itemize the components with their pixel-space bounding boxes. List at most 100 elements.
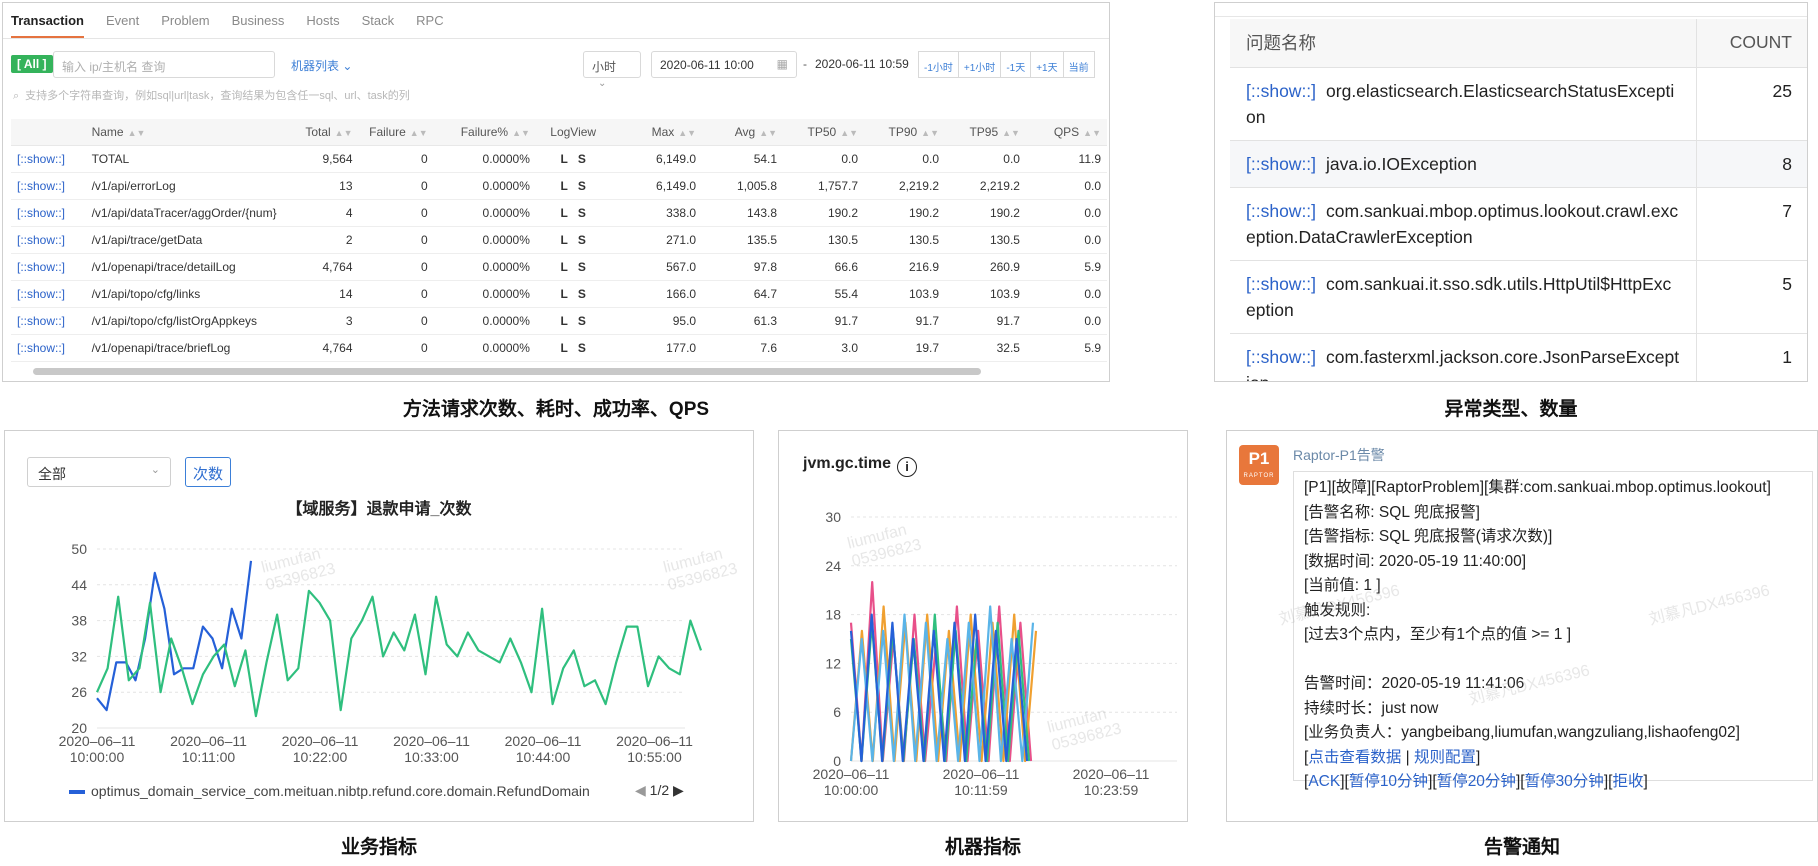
pager-next-icon[interactable]: ▶ <box>673 782 684 798</box>
exception-panel-header-strip <box>1215 3 1807 17</box>
logview-s-link[interactable]: S <box>578 314 586 328</box>
all-filter-badge[interactable]: [ All ] <box>11 55 53 73</box>
start-date-input[interactable]: 2020-06-11 10:00 ▦ <box>651 51 797 78</box>
tab-business[interactable]: Business <box>232 3 285 38</box>
col-total[interactable]: Total ▲▼ <box>295 119 359 146</box>
exception-show-link[interactable]: [::show::] <box>1246 81 1316 101</box>
tab-problem[interactable]: Problem <box>161 3 209 38</box>
row-show-link[interactable]: [::show::] <box>11 172 86 200</box>
row-logview: LS <box>535 334 611 362</box>
col-qps[interactable]: QPS ▲▼ <box>1025 119 1107 146</box>
row-show-link-text[interactable]: [::show::] <box>17 260 65 274</box>
y-tick-label: 38 <box>71 613 87 629</box>
tab-event[interactable]: Event <box>106 3 139 38</box>
row-total-text: 2 <box>345 232 353 247</box>
logview-l-link[interactable]: L <box>561 179 568 193</box>
col-tp90[interactable]: TP90 ▲▼ <box>864 119 945 146</box>
business-chart-panel: 全部 ⌄ 次数 【域服务】退款申请_次数 20 26 32 38 44 50 2020–06–… <box>4 430 754 822</box>
pager-prev-icon[interactable]: ◀ <box>635 782 646 798</box>
start-date-value: 2020-06-11 10:00 <box>660 58 754 72</box>
alert-action-link[interactable]: 拒收 <box>1612 773 1643 790</box>
row-show-link[interactable]: [::show::] <box>11 253 86 281</box>
col-max[interactable]: Max ▲▼ <box>610 119 703 146</box>
machine-list-dropdown[interactable]: 机器列表 ⌄ <box>291 57 352 74</box>
row-name: /v1/api/trace/getData <box>85 226 296 254</box>
row-show-link-text[interactable]: [::show::] <box>17 314 65 328</box>
exception-row: [::show::] com.sankuai.mbop.optimus.looko… <box>1230 187 1807 261</box>
row-show-link-text[interactable]: [::show::] <box>17 206 65 220</box>
tab-rpc[interactable]: RPC <box>416 3 443 38</box>
business-line-chart: 2026323844502020–06–1110:00:002020–06–11… <box>59 541 703 765</box>
view-data-link[interactable]: 点击查看数据 <box>1308 749 1401 766</box>
logview-l-link[interactable]: L <box>561 287 568 301</box>
minus-1-hour-button[interactable]: -1小时 <box>918 51 959 78</box>
exception-name-cell: [::show::] java.io.IOException <box>1230 140 1697 188</box>
alert-action-link[interactable]: ACK <box>1308 773 1340 790</box>
logview-l-link[interactable]: L <box>561 233 568 247</box>
row-tp50: 55.4 <box>783 280 865 308</box>
tab-transaction[interactable]: Transaction <box>11 3 84 38</box>
y-tick-label: 44 <box>71 577 87 593</box>
logview-l-link[interactable]: L <box>561 341 568 355</box>
logview-s-link[interactable]: S <box>578 206 586 220</box>
time-unit-value: 小时 <box>592 60 617 74</box>
logview-l-link[interactable]: L <box>561 260 568 274</box>
col-failure-pct[interactable]: Failure% ▲▼ <box>433 119 536 146</box>
alert-action-link[interactable]: 暂停20分钟 <box>1437 773 1516 790</box>
end-date-value: 2020-06-11 10:59 <box>815 57 909 71</box>
x-tick-label: 2020–06–11 <box>1073 766 1150 782</box>
col-tp95[interactable]: TP95 ▲▼ <box>945 119 1026 146</box>
row-show-link[interactable]: [::show::] <box>11 280 86 308</box>
logview-s-link[interactable]: S <box>578 260 586 274</box>
business-legend-item[interactable]: optimus_domain_service_com.meituan.nibtp… <box>69 783 613 799</box>
ip-search-input[interactable]: 输入 ip/主机名 查询 <box>53 51 275 78</box>
exception-show-link[interactable]: [::show::] <box>1246 201 1316 221</box>
table-row: [::show::] /v1/api/dataTracer/aggOrder/{n… <box>11 199 1107 227</box>
row-show-link-text[interactable]: [::show::] <box>17 179 65 193</box>
time-unit-select[interactable]: 小时 ⌄ <box>583 51 641 89</box>
row-show-link[interactable]: [::show::] <box>11 199 86 227</box>
logview-s-link[interactable]: S <box>578 152 586 166</box>
logview-l-link[interactable]: L <box>561 152 568 166</box>
row-total-text: 4,764 <box>322 340 353 355</box>
row-total: 3 <box>295 307 359 335</box>
y-tick-label: 24 <box>825 558 841 574</box>
row-show-link-text[interactable]: [::show::] <box>17 152 65 166</box>
alert-action-link[interactable]: 暂停10分钟 <box>1349 773 1428 790</box>
row-show-link-text[interactable]: [::show::] <box>17 341 65 355</box>
col-name[interactable]: Name ▲▼ <box>85 119 296 146</box>
logview-l-link[interactable]: L <box>561 314 568 328</box>
minus-1-day-button[interactable]: -1天 <box>1000 51 1032 78</box>
row-show-link-text[interactable]: [::show::] <box>17 287 65 301</box>
col-avg[interactable]: Avg ▲▼ <box>702 119 784 146</box>
pager-text: 1/2 <box>649 782 670 798</box>
logview-s-link[interactable]: S <box>578 179 586 193</box>
logview-l-link[interactable]: L <box>561 206 568 220</box>
exception-name-cell: [::show::] com.sankuai.it.sso.sdk.utils.H… <box>1230 260 1697 334</box>
col-tp50[interactable]: TP50 ▲▼ <box>783 119 865 146</box>
current-button[interactable]: 当前 <box>1062 51 1095 78</box>
tab-hosts[interactable]: Hosts <box>306 3 339 38</box>
row-avg: 135.5 <box>702 226 784 254</box>
horizontal-scrollbar[interactable] <box>33 368 981 375</box>
logview-s-link[interactable]: S <box>578 233 586 247</box>
col-failure[interactable]: Failure ▲▼ <box>358 119 434 146</box>
row-tp95: 103.9 <box>945 280 1026 308</box>
row-show-link[interactable]: [::show::] <box>11 307 86 335</box>
rule-config-link[interactable]: 规则配置 <box>1414 749 1476 766</box>
alert-message: [P1][故障][RaptorProblem][集群:com.sankuai.m… <box>1293 471 1813 790</box>
exception-show-link[interactable]: [::show::] <box>1246 154 1316 174</box>
logview-s-link[interactable]: S <box>578 287 586 301</box>
exception-show-link[interactable]: [::show::] <box>1246 347 1316 367</box>
table-search-input[interactable]: ⌕ 支持多个字符串查询，例如sql|url|task，查询结果为包含任一sql、u… <box>13 87 573 103</box>
logview-s-link[interactable]: S <box>578 341 586 355</box>
alert-action-link[interactable]: 暂停30分钟 <box>1525 773 1604 790</box>
exception-show-link[interactable]: [::show::] <box>1246 274 1316 294</box>
plus-1-hour-button[interactable]: +1小时 <box>957 51 1002 78</box>
row-show-link[interactable]: [::show::] <box>11 334 86 362</box>
row-show-link[interactable]: [::show::] <box>11 145 86 173</box>
row-show-link-text[interactable]: [::show::] <box>17 233 65 247</box>
tab-stack[interactable]: Stack <box>362 3 395 38</box>
row-show-link[interactable]: [::show::] <box>11 226 86 254</box>
plus-1-day-button[interactable]: +1天 <box>1030 51 1064 78</box>
